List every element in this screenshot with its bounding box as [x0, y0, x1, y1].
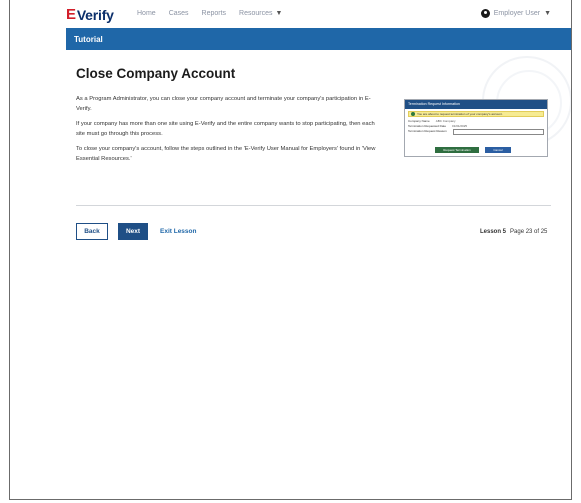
- tutorial-banner: Tutorial: [66, 28, 571, 50]
- nav-reports[interactable]: Reports: [202, 10, 227, 17]
- nav-cases[interactable]: Cases: [169, 10, 189, 17]
- lesson-body: As a Program Administrator, you can clos…: [76, 94, 376, 169]
- page-title: Close Company Account: [76, 66, 236, 81]
- cancel-button: Cancel: [485, 147, 511, 153]
- screenshot-row: Company Name ABC Company: [408, 119, 544, 123]
- alert-text: You are about to request termination of …: [417, 112, 503, 116]
- screenshot-alert: You are about to request termination of …: [408, 111, 544, 117]
- nav-reports-label: Reports: [201, 10, 227, 17]
- top-nav-bar: E Verify Home Cases Reports Resources ▼ …: [10, 0, 571, 28]
- row-label: Termination Requested Date: [408, 124, 447, 128]
- next-button[interactable]: Next: [118, 223, 148, 240]
- chevron-down-icon: ▼: [275, 10, 283, 17]
- request-termination-button: Request Termination: [435, 147, 479, 153]
- reason-field: [452, 129, 544, 135]
- exit-lesson-link[interactable]: Exit Lesson: [160, 228, 196, 235]
- row-value: ABC Company: [435, 119, 456, 123]
- nav-resources-label: Resources: [239, 10, 273, 17]
- everify-logo[interactable]: E Verify: [66, 6, 114, 23]
- chevron-down-icon: ▼: [544, 10, 551, 17]
- termination-screenshot: Termination Request Information You are …: [404, 99, 548, 157]
- lesson-label: Lesson 5: [480, 229, 507, 235]
- user-label: Employer User: [493, 10, 541, 17]
- nav-resources[interactable]: Resources ▼: [239, 10, 282, 17]
- nav-home[interactable]: Home: [137, 10, 156, 17]
- paragraph: As a Program Administrator, you can clos…: [76, 96, 371, 112]
- alert-icon: [411, 112, 415, 116]
- paragraph: To close your company's account, follow …: [76, 146, 376, 162]
- screenshot-field-row: Termination Request Reason: [408, 129, 544, 135]
- banner-title: Tutorial: [74, 34, 103, 44]
- app-frame: E Verify Home Cases Reports Resources ▼ …: [9, 0, 572, 500]
- nav-home-label: Home: [137, 10, 156, 17]
- row-label: Company Name: [408, 119, 430, 123]
- main-nav: Home Cases Reports Resources ▼: [137, 10, 282, 17]
- user-menu[interactable]: Employer User ▼: [480, 9, 551, 18]
- page-indicator: Page 23 of 25: [510, 229, 548, 235]
- back-button[interactable]: Back: [76, 223, 108, 240]
- nav-cases-label: Cases: [168, 10, 189, 17]
- user-icon: [480, 9, 490, 18]
- logo-text: Verify: [76, 6, 114, 23]
- lesson-progress: Lesson 5 Page 23 of 25: [480, 229, 547, 235]
- screenshot-row: Termination Requested Date 01/01/2025: [408, 124, 544, 128]
- screenshot-header: Termination Request Information: [405, 100, 547, 109]
- field-label: Termination Request Reason: [408, 129, 447, 133]
- logo-prefix: E: [66, 6, 76, 23]
- paragraph: If your company has more than one site u…: [76, 121, 375, 137]
- screenshot-buttons: Request Termination Cancel: [435, 147, 511, 153]
- row-value: 01/01/2025: [452, 124, 468, 128]
- divider: [76, 205, 551, 206]
